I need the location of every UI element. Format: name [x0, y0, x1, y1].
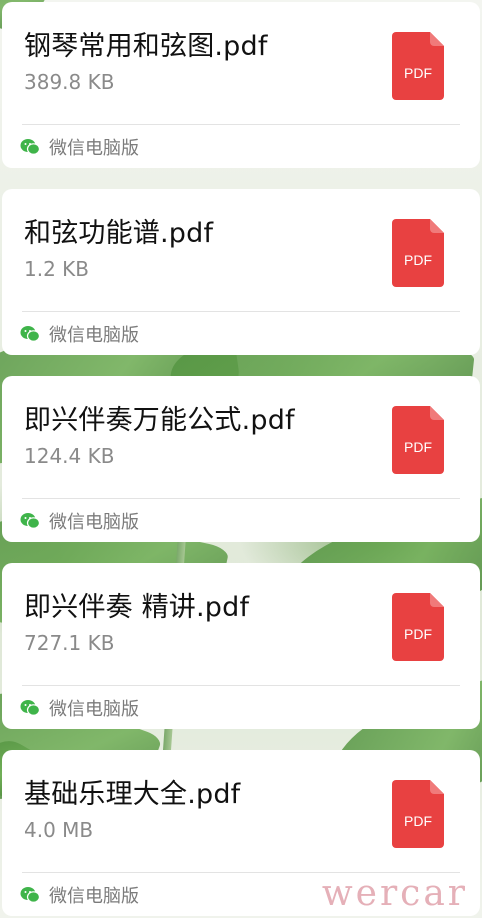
file-name: 即兴伴奏 精讲.pdf	[24, 592, 250, 623]
divider	[22, 124, 460, 125]
wechat-icon	[20, 886, 40, 904]
pdf-icon: PDF	[392, 406, 444, 474]
file-size: 124.4 KB	[24, 444, 115, 468]
pdf-icon: PDF	[392, 780, 444, 848]
pdf-icon-label: PDF	[404, 626, 432, 642]
pdf-icon: PDF	[392, 593, 444, 661]
source-row: 微信电脑版	[20, 883, 139, 907]
file-message-card[interactable]: 即兴伴奏 精讲.pdf 727.1 KB PDF 微信电脑版	[2, 563, 480, 729]
file-message-card[interactable]: 钢琴常用和弦图.pdf 389.8 KB PDF 微信电脑版	[2, 2, 480, 168]
source-row: 微信电脑版	[20, 135, 139, 159]
wechat-icon	[20, 699, 40, 717]
pdf-icon: PDF	[392, 219, 444, 287]
watermark: wercar	[321, 873, 468, 914]
source-label: 微信电脑版	[49, 886, 139, 907]
file-message-card[interactable]: 和弦功能谱.pdf 1.2 KB PDF 微信电脑版	[2, 189, 480, 355]
wechat-icon	[20, 325, 40, 343]
source-label: 微信电脑版	[49, 325, 139, 346]
file-size: 4.0 MB	[24, 818, 94, 842]
source-row: 微信电脑版	[20, 696, 139, 720]
file-name: 基础乐理大全.pdf	[24, 779, 241, 810]
wechat-icon	[20, 512, 40, 530]
pdf-icon-label: PDF	[404, 252, 432, 268]
file-size: 389.8 KB	[24, 70, 115, 94]
file-size: 727.1 KB	[24, 631, 115, 655]
source-label: 微信电脑版	[49, 699, 139, 720]
source-row: 微信电脑版	[20, 509, 139, 533]
source-label: 微信电脑版	[49, 138, 139, 159]
divider	[22, 311, 460, 312]
file-name: 即兴伴奏万能公式.pdf	[24, 405, 295, 436]
pdf-icon-label: PDF	[404, 65, 432, 81]
file-message-card[interactable]: 即兴伴奏万能公式.pdf 124.4 KB PDF 微信电脑版	[2, 376, 480, 542]
divider	[22, 498, 460, 499]
source-label: 微信电脑版	[49, 512, 139, 533]
file-name: 钢琴常用和弦图.pdf	[24, 31, 268, 62]
divider	[22, 685, 460, 686]
pdf-icon-label: PDF	[404, 813, 432, 829]
pdf-icon-label: PDF	[404, 439, 432, 455]
pdf-icon: PDF	[392, 32, 444, 100]
file-size: 1.2 KB	[24, 257, 89, 281]
wechat-icon	[20, 138, 40, 156]
file-name: 和弦功能谱.pdf	[24, 218, 214, 249]
source-row: 微信电脑版	[20, 322, 139, 346]
